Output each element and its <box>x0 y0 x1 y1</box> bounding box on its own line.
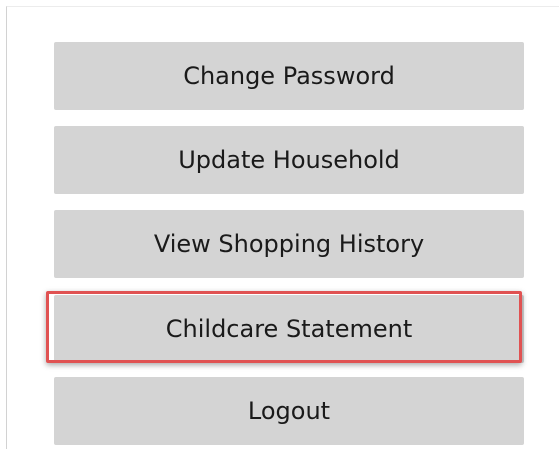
update-household-label: Update Household <box>178 146 400 174</box>
childcare-statement-button[interactable]: Childcare Statement <box>54 295 524 363</box>
logout-label: Logout <box>247 397 331 425</box>
view-shopping-history-button[interactable]: View Shopping History <box>54 210 524 278</box>
change-password-label: Change Password <box>183 62 395 90</box>
change-password-button[interactable]: Change Password <box>54 42 524 110</box>
update-household-button[interactable]: Update Household <box>54 126 524 194</box>
view-shopping-history-label: View Shopping History <box>153 230 425 258</box>
childcare-statement-label: Childcare Statement <box>165 315 413 343</box>
logout-button[interactable]: Logout <box>54 377 524 445</box>
